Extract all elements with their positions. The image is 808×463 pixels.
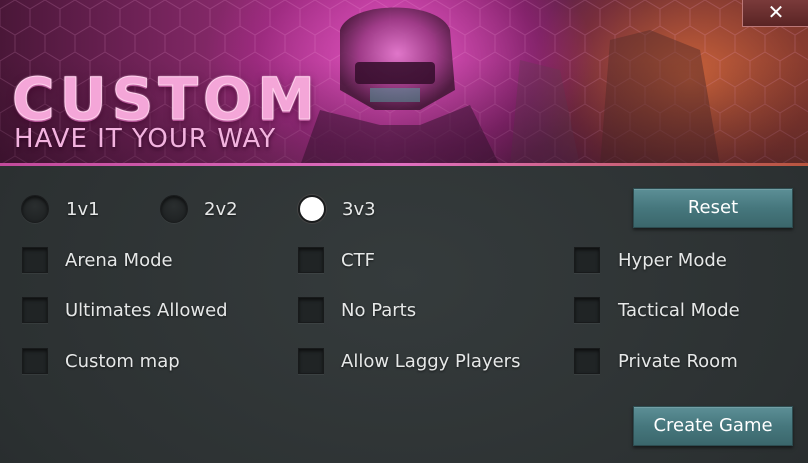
option-private-room[interactable]: Private Room [574,348,738,374]
close-icon: ✕ [767,0,785,24]
checkbox-label: No Parts [341,299,417,321]
option-custom-map[interactable]: Custom map [22,348,180,374]
checkbox[interactable] [298,247,324,273]
custom-game-dialog: CUSTOM HAVE IT YOUR WAY ✕ 1v1 2v2 3v3 Re… [0,0,808,463]
checkbox[interactable] [298,348,324,374]
radio-option-1v1[interactable]: 1v1 [21,195,100,223]
close-button[interactable]: ✕ [742,0,808,27]
checkbox-label: Custom map [65,350,180,372]
dialog-title: CUSTOM [11,65,321,133]
radio-button[interactable] [160,195,188,223]
banner-divider [0,163,808,166]
radio-label: 3v3 [342,198,376,220]
option-hyper-mode[interactable]: Hyper Mode [574,247,727,273]
create-game-button[interactable]: Create Game [633,406,793,446]
reset-button[interactable]: Reset [633,188,793,228]
radio-option-2v2[interactable]: 2v2 [160,195,238,223]
option-allow-laggy-players[interactable]: Allow Laggy Players [298,348,520,374]
banner: CUSTOM HAVE IT YOUR WAY ✕ [0,0,808,166]
checkbox[interactable] [298,297,324,323]
checkbox[interactable] [22,247,48,273]
checkbox-label: Ultimates Allowed [65,299,228,321]
checkbox[interactable] [574,297,600,323]
option-tactical-mode[interactable]: Tactical Mode [574,297,740,323]
checkbox[interactable] [574,348,600,374]
radio-option-3v3[interactable]: 3v3 [298,195,376,223]
radio-button[interactable] [21,195,49,223]
option-arena-mode[interactable]: Arena Mode [22,247,173,273]
checkbox[interactable] [22,297,48,323]
dialog-subtitle: HAVE IT YOUR WAY [14,124,277,154]
option-ctf[interactable]: CTF [298,247,375,273]
radio-label: 2v2 [204,198,238,220]
checkbox[interactable] [574,247,600,273]
option-ultimates-allowed[interactable]: Ultimates Allowed [22,297,228,323]
radio-button-selected[interactable] [298,195,326,223]
checkbox[interactable] [22,348,48,374]
checkbox-label: Arena Mode [65,249,173,271]
checkbox-label: Tactical Mode [618,299,740,321]
checkbox-label: CTF [341,249,375,271]
checkbox-label: Allow Laggy Players [341,350,521,372]
option-no-parts[interactable]: No Parts [298,297,416,323]
checkbox-label: Hyper Mode [618,249,727,271]
radio-label: 1v1 [66,198,100,220]
checkbox-label: Private Room [618,350,738,372]
